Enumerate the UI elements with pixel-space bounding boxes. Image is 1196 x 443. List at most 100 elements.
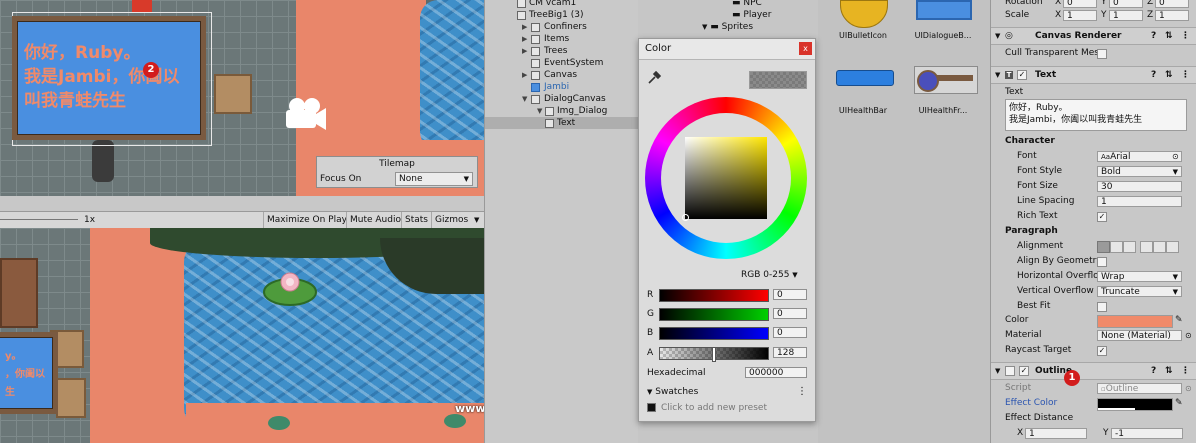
- object-picker-icon[interactable]: ⊙: [1185, 328, 1192, 343]
- align-middle-button[interactable]: [1153, 241, 1166, 253]
- collapse-arrow-icon[interactable]: ▼: [995, 28, 1000, 44]
- canvas-renderer-header[interactable]: ▼ ◎ Canvas Renderer ? ⇅ ⋮: [991, 27, 1196, 45]
- line-spacing-input[interactable]: 1: [1097, 196, 1182, 207]
- h-overflow-dropdown[interactable]: Wrap ▼: [1097, 271, 1182, 282]
- asset-thumb-healthbar[interactable]: [836, 70, 894, 86]
- rich-text-checkbox[interactable]: ✓: [1097, 212, 1107, 222]
- dialog-frame[interactable]: 你好，Ruby。 我是Jambi，你阖以 叫我青蛙先生: [12, 16, 206, 140]
- collapse-arrow-icon[interactable]: ▼: [995, 67, 1000, 83]
- mute-audio-button[interactable]: Mute Audio: [346, 212, 404, 228]
- hierarchy-item[interactable]: TreeBig1 (3): [485, 9, 639, 21]
- preset-icon[interactable]: ⇅: [1165, 67, 1173, 83]
- help-icon[interactable]: ?: [1151, 28, 1156, 44]
- scale-x-input[interactable]: 1: [1063, 10, 1097, 21]
- folder-npc[interactable]: ▬ NPC: [732, 0, 762, 9]
- hierarchy-item[interactable]: ▶ Trees: [485, 45, 639, 57]
- hierarchy-item[interactable]: Jambi: [485, 81, 639, 93]
- hex-input[interactable]: 000000: [745, 367, 807, 378]
- a-input[interactable]: 128: [773, 347, 807, 358]
- hierarchy-item[interactable]: CM vcam1: [485, 0, 639, 9]
- close-icon[interactable]: x: [799, 42, 812, 55]
- swatches-menu-icon[interactable]: ⋮: [797, 386, 807, 397]
- color-picker-titlebar[interactable]: Color x: [639, 39, 815, 60]
- swatch-black[interactable]: [647, 403, 656, 412]
- color-picker-window[interactable]: Color x RGB 0-255 ▼ R 0 G 0 B 0 A 128 He…: [638, 38, 816, 422]
- align-left-button[interactable]: [1097, 241, 1110, 253]
- folder-player[interactable]: ▬ Player: [732, 9, 771, 21]
- component-menu-icon[interactable]: ⋮: [1181, 28, 1190, 44]
- align-bottom-button[interactable]: [1166, 241, 1179, 253]
- eyedropper-icon[interactable]: ✎: [1175, 313, 1183, 328]
- hierarchy-item[interactable]: ▶ Confiners: [485, 21, 639, 33]
- color-field[interactable]: [1097, 315, 1173, 328]
- expand-arrow-icon[interactable]: ▼: [522, 93, 527, 105]
- gizmos-chevron-down-icon[interactable]: ▼: [474, 212, 479, 228]
- maximize-on-play-button[interactable]: Maximize On Play: [263, 212, 350, 228]
- font-size-input[interactable]: 30: [1097, 181, 1182, 192]
- asset-thumb-bullet[interactable]: [840, 0, 888, 28]
- component-menu-icon[interactable]: ⋮: [1181, 363, 1190, 379]
- game-view[interactable]: y。 ，你阖以 生 www.sikiedu.com More111: [0, 228, 484, 443]
- expand-arrow-icon[interactable]: ▶: [522, 21, 527, 33]
- asset-thumb-dialogue[interactable]: [916, 0, 972, 20]
- focus-on-dropdown[interactable]: None ▼: [395, 172, 473, 186]
- a-slider[interactable]: [659, 347, 769, 362]
- align-top-button[interactable]: [1140, 241, 1153, 253]
- effect-distance-y-input[interactable]: -1: [1111, 428, 1183, 439]
- gizmos-button[interactable]: Gizmos: [431, 212, 471, 228]
- scene-view[interactable]: 你好，Ruby。 我是Jambi，你阖以 叫我青蛙先生 2 Tilemap Fo…: [0, 0, 484, 196]
- effect-distance-x-input[interactable]: 1: [1025, 428, 1087, 439]
- swatches-header[interactable]: ▼ Swatches: [647, 387, 698, 397]
- hierarchy-item[interactable]: ▼ DialogCanvas: [485, 93, 639, 105]
- preset-icon[interactable]: ⇅: [1165, 28, 1173, 44]
- add-preset-hint[interactable]: Click to add new preset: [661, 403, 767, 413]
- rotation-x-input[interactable]: 0: [1063, 0, 1097, 8]
- font-style-dropdown[interactable]: Bold ▼: [1097, 166, 1182, 177]
- g-slider[interactable]: [659, 308, 769, 321]
- a-slider-thumb[interactable]: [712, 347, 716, 362]
- raycast-checkbox[interactable]: ✓: [1097, 346, 1107, 356]
- hierarchy-item-selected[interactable]: Text: [485, 117, 639, 129]
- cull-transparent-checkbox[interactable]: [1097, 49, 1107, 59]
- hierarchy-item[interactable]: EventSystem: [485, 57, 639, 69]
- folder-sprites[interactable]: ▼ ▬ Sprites: [702, 21, 753, 33]
- asset-thumb-healthframe[interactable]: [914, 66, 978, 94]
- text-component-header[interactable]: ▼ T ✓ Text ? ⇅ ⋮: [991, 66, 1196, 84]
- saturation-value-square[interactable]: [685, 137, 767, 219]
- expand-arrow-icon[interactable]: ▼: [537, 105, 542, 117]
- scale-slider-track[interactable]: [0, 219, 78, 220]
- outline-enabled-checkbox[interactable]: ✓: [1019, 366, 1029, 376]
- eyedropper-icon[interactable]: [647, 70, 662, 85]
- object-picker-icon[interactable]: ⊙: [1172, 149, 1179, 164]
- effect-color-field[interactable]: [1097, 398, 1173, 411]
- text-content-input[interactable]: 你好，Ruby。 我是Jambi，你阖以叫我青蛙先生: [1005, 99, 1187, 131]
- best-fit-checkbox[interactable]: [1097, 302, 1107, 312]
- font-field[interactable]: AaArial: [1097, 151, 1182, 162]
- eyedropper-icon[interactable]: ✎: [1175, 396, 1183, 411]
- text-enabled-checkbox[interactable]: ✓: [1017, 70, 1027, 80]
- rotation-y-input[interactable]: 0: [1109, 0, 1143, 8]
- r-slider[interactable]: [659, 289, 769, 302]
- help-icon[interactable]: ?: [1151, 67, 1156, 83]
- g-input[interactable]: 0: [773, 308, 807, 319]
- component-menu-icon[interactable]: ⋮: [1181, 67, 1190, 83]
- rotation-z-input[interactable]: 0: [1155, 0, 1189, 8]
- color-mode-dropdown[interactable]: RGB 0-255 ▼: [741, 269, 807, 281]
- hierarchy-item[interactable]: ▼ Img_Dialog: [485, 105, 639, 117]
- outline-component-header[interactable]: ▼ ✓ Outline ? ⇅ ⋮: [991, 362, 1196, 380]
- align-right-button[interactable]: [1123, 241, 1136, 253]
- hierarchy-item[interactable]: ▶ Canvas: [485, 69, 639, 81]
- v-overflow-dropdown[interactable]: Truncate ▼: [1097, 286, 1182, 297]
- material-field[interactable]: None (Material): [1097, 330, 1182, 341]
- stats-button[interactable]: Stats: [401, 212, 431, 228]
- expand-arrow-icon[interactable]: ▶: [522, 45, 527, 57]
- collapse-arrow-icon[interactable]: ▼: [995, 363, 1000, 379]
- b-input[interactable]: 0: [773, 327, 807, 338]
- scale-y-input[interactable]: 1: [1109, 10, 1143, 21]
- align-center-button[interactable]: [1110, 241, 1123, 253]
- help-icon[interactable]: ?: [1151, 363, 1156, 379]
- expand-arrow-icon[interactable]: ▶: [522, 69, 527, 81]
- r-input[interactable]: 0: [773, 289, 807, 300]
- align-by-geometry-checkbox[interactable]: [1097, 257, 1107, 267]
- hierarchy-item[interactable]: ▶ Items: [485, 33, 639, 45]
